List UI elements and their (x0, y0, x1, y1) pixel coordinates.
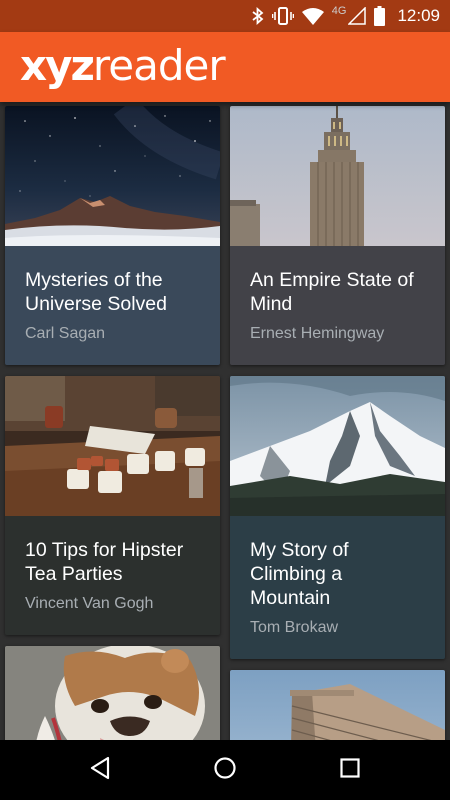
article-title: An Empire State of Mind (250, 269, 414, 315)
home-button[interactable] (185, 740, 265, 800)
wifi-icon (301, 7, 324, 25)
home-icon (213, 756, 237, 784)
article-thumbnail (5, 646, 220, 740)
article-thumbnail (230, 670, 445, 740)
article-card[interactable]: My Story of Climbing a Mountain Tom Brok… (230, 376, 445, 659)
article-card[interactable]: Mysteries of the Universe Solved Carl Sa… (5, 106, 220, 365)
vibrate-icon (271, 7, 294, 25)
status-time: 12:09 (397, 6, 440, 25)
article-thumbnail (230, 106, 445, 246)
battery-icon (374, 6, 386, 26)
back-button[interactable] (60, 740, 140, 800)
article-thumbnail (230, 376, 445, 516)
navigation-bar (0, 740, 450, 800)
article-card[interactable] (230, 670, 445, 740)
article-thumbnail (5, 106, 220, 246)
article-title: My Story of Climbing a Mountain (250, 539, 349, 609)
article-title: Mysteries of the Universe Solved (25, 269, 167, 315)
logo-regular-text: reader (92, 41, 226, 90)
article-title: 10 Tips for Hipster Tea Parties (25, 539, 184, 585)
article-card[interactable] (5, 646, 220, 740)
article-info: An Empire State of Mind Ernest Hemingway (230, 246, 445, 343)
article-info: Mysteries of the Universe Solved Carl Sa… (5, 246, 220, 343)
article-card[interactable]: 10 Tips for Hipster Tea Parties Vincent … (5, 376, 220, 635)
status-icons: 4G 12:09 (252, 0, 440, 32)
article-card[interactable]: An Empire State of Mind Ernest Hemingway (230, 106, 445, 365)
recents-button[interactable] (310, 740, 390, 800)
article-author: Ernest Hemingway (250, 325, 385, 342)
signal-icon (348, 7, 367, 25)
article-author: Vincent Van Gogh (25, 595, 154, 612)
bluetooth-icon (252, 7, 264, 25)
recents-icon (339, 757, 361, 783)
article-author: Carl Sagan (25, 325, 106, 342)
status-bar: 4G 12:09 (0, 0, 450, 32)
app-logo: xyzreader (20, 38, 226, 94)
logo-bold-text: xyz (20, 41, 95, 90)
article-author: Tom Brokaw (250, 619, 339, 636)
article-info: My Story of Climbing a Mountain Tom Brok… (230, 516, 445, 637)
article-grid[interactable]: Mysteries of the Universe Solved Carl Sa… (0, 102, 450, 740)
article-thumbnail (5, 376, 220, 516)
network-type: 4G (331, 5, 347, 17)
back-icon (89, 756, 111, 784)
article-info: 10 Tips for Hipster Tea Parties Vincent … (5, 516, 220, 613)
app-bar: xyzreader (0, 32, 450, 102)
